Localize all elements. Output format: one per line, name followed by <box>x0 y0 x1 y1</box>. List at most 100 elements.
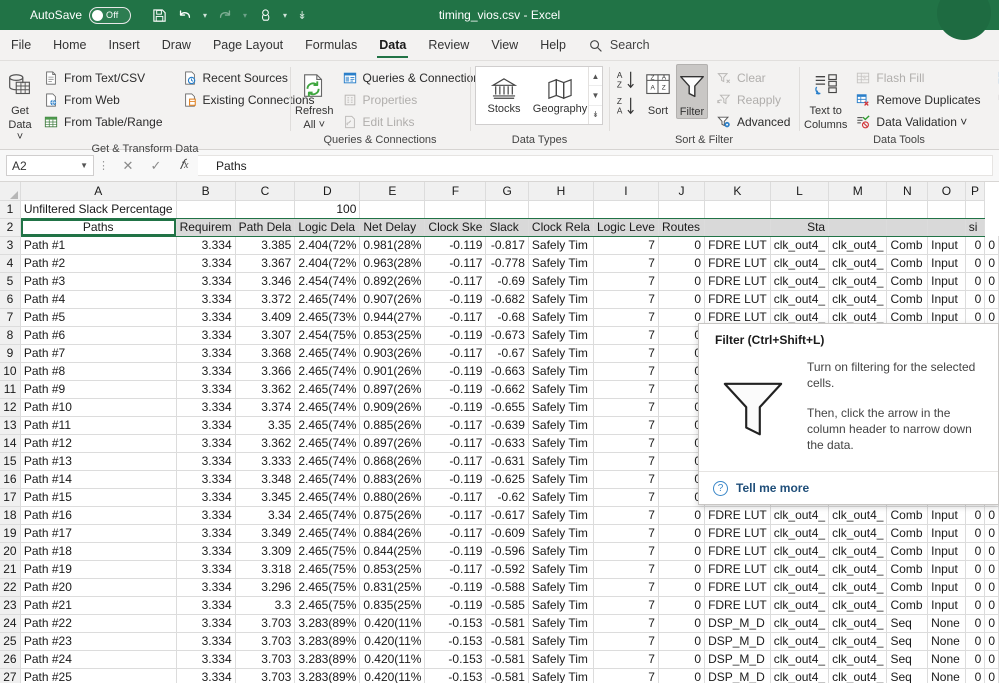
column-header-j[interactable]: J <box>658 182 706 201</box>
cell[interactable]: Comb <box>886 506 929 525</box>
cell[interactable]: Safely Tim <box>528 290 594 309</box>
cell[interactable]: 7 <box>593 542 659 561</box>
cell[interactable]: 3.34 <box>235 506 296 525</box>
cell[interactable]: -0.585 <box>485 596 529 615</box>
cell[interactable]: 3.334 <box>176 362 236 381</box>
column-title-cell[interactable]: Clock Rela <box>528 218 594 237</box>
cell[interactable]: Safely Tim <box>528 470 594 489</box>
search-box[interactable]: Search <box>577 30 662 60</box>
cell[interactable]: Input <box>927 272 966 291</box>
cell[interactable]: Path #9 <box>20 380 177 399</box>
tab-home[interactable]: Home <box>42 30 97 60</box>
cell[interactable]: 3.283(89% <box>294 632 361 651</box>
cell[interactable]: FDRE LUT <box>704 290 771 309</box>
cell[interactable]: 0.963(28% <box>359 254 426 273</box>
cell[interactable]: Path #10 <box>20 398 177 417</box>
data-validation-button[interactable]: Data Validation ˅ <box>850 111 985 132</box>
column-title-cell[interactable] <box>886 218 929 237</box>
cell[interactable]: clk_out4_ <box>828 290 888 309</box>
cell[interactable]: 3.372 <box>235 290 296 309</box>
row-header-16[interactable]: 16 <box>0 470 21 489</box>
cell[interactable]: Path #4 <box>20 290 177 309</box>
cell[interactable]: Safely Tim <box>528 560 594 579</box>
cell[interactable]: 3.362 <box>235 434 296 453</box>
cell[interactable]: None <box>927 614 966 633</box>
cell[interactable]: Path #14 <box>20 470 177 489</box>
save-icon[interactable] <box>147 3 171 27</box>
cell[interactable]: 0 <box>965 560 986 579</box>
cell[interactable]: 2.454(75% <box>294 326 361 345</box>
cell[interactable]: Seq <box>886 614 929 633</box>
spreadsheet-grid[interactable]: ABCDEFGHIJKLMNOP 1 Unfiltered Slack Perce… <box>0 182 999 683</box>
cell[interactable]: -0.119 <box>424 362 487 381</box>
cell[interactable]: -0.119 <box>424 542 487 561</box>
gallery-scroll-down-icon[interactable]: ▼ <box>589 85 602 104</box>
column-title-cell[interactable]: si <box>965 218 986 237</box>
cell[interactable]: 0 <box>984 578 999 597</box>
cell[interactable]: 3.334 <box>176 326 236 345</box>
column-header-e[interactable]: E <box>359 182 426 201</box>
cell[interactable]: 0.884(26% <box>359 524 426 543</box>
column-title-cell[interactable]: Sta <box>770 218 830 237</box>
cell[interactable]: -0.663 <box>485 362 529 381</box>
cell[interactable]: 0 <box>965 578 986 597</box>
cell[interactable]: 0 <box>984 272 999 291</box>
geography-button[interactable]: Geography <box>532 67 588 124</box>
cell[interactable]: 0 <box>965 650 986 669</box>
cell[interactable]: 3.703 <box>235 650 296 669</box>
cell[interactable]: -0.117 <box>424 434 487 453</box>
cell[interactable]: -0.153 <box>424 650 487 669</box>
cell[interactable]: 7 <box>593 272 659 291</box>
cell[interactable]: 3.334 <box>176 632 236 651</box>
cell[interactable]: Input <box>927 596 966 615</box>
cell[interactable]: 3.334 <box>176 398 236 417</box>
cell[interactable]: 0.883(26% <box>359 470 426 489</box>
cell[interactable]: Safely Tim <box>528 380 594 399</box>
cell[interactable]: -0.117 <box>424 272 487 291</box>
column-header-p[interactable]: P <box>965 182 986 201</box>
cell[interactable]: -0.68 <box>485 308 529 327</box>
autosave-toggle[interactable]: Off <box>89 6 132 24</box>
cell[interactable] <box>658 200 706 219</box>
cell[interactable]: Safely Tim <box>528 524 594 543</box>
cell[interactable]: 0.944(27% <box>359 308 426 327</box>
row-header-18[interactable]: 18 <box>0 506 21 525</box>
row-header-11[interactable]: 11 <box>0 380 21 399</box>
cell[interactable]: -0.119 <box>424 596 487 615</box>
cell[interactable]: 0.420(11% <box>359 614 426 633</box>
cell[interactable]: 3.334 <box>176 254 236 273</box>
cell[interactable]: Safely Tim <box>528 632 594 651</box>
cell[interactable]: 0 <box>658 650 706 669</box>
cell[interactable]: Input <box>927 236 966 255</box>
row-header-24[interactable]: 24 <box>0 614 21 633</box>
cell[interactable]: -0.117 <box>424 488 487 507</box>
text-to-columns-button[interactable]: Text to Columns <box>804 64 847 131</box>
cell[interactable]: clk_out4_ <box>770 614 830 633</box>
cell[interactable]: 0 <box>984 524 999 543</box>
cell[interactable]: 3.283(89% <box>294 614 361 633</box>
cell[interactable]: -0.119 <box>424 380 487 399</box>
cell[interactable]: 3.333 <box>235 452 296 471</box>
cell[interactable]: 0.420(11% <box>359 650 426 669</box>
cell[interactable]: -0.119 <box>424 236 487 255</box>
cell[interactable]: Safely Tim <box>528 362 594 381</box>
cell-a2-selected[interactable]: Paths <box>20 218 177 237</box>
from-web-button[interactable]: From Web <box>38 89 168 110</box>
cell[interactable]: Path #25 <box>20 668 177 683</box>
cell[interactable]: 0 <box>965 254 986 273</box>
cell[interactable]: 3.334 <box>176 596 236 615</box>
cell[interactable]: 2.465(75% <box>294 596 361 615</box>
cell[interactable]: 0 <box>658 632 706 651</box>
cell[interactable]: 3.318 <box>235 560 296 579</box>
cell[interactable]: 7 <box>593 470 659 489</box>
cell[interactable]: 3.334 <box>176 470 236 489</box>
cell[interactable]: FDRE LUT <box>704 524 771 543</box>
cell[interactable]: 7 <box>593 236 659 255</box>
cell[interactable]: 3.334 <box>176 344 236 363</box>
cell[interactable]: clk_out4_ <box>770 272 830 291</box>
cell[interactable]: 0 <box>984 614 999 633</box>
cell[interactable]: Path #15 <box>20 488 177 507</box>
cell[interactable]: Safely Tim <box>528 416 594 435</box>
column-header-i[interactable]: I <box>593 182 659 201</box>
cell[interactable]: 7 <box>593 344 659 363</box>
